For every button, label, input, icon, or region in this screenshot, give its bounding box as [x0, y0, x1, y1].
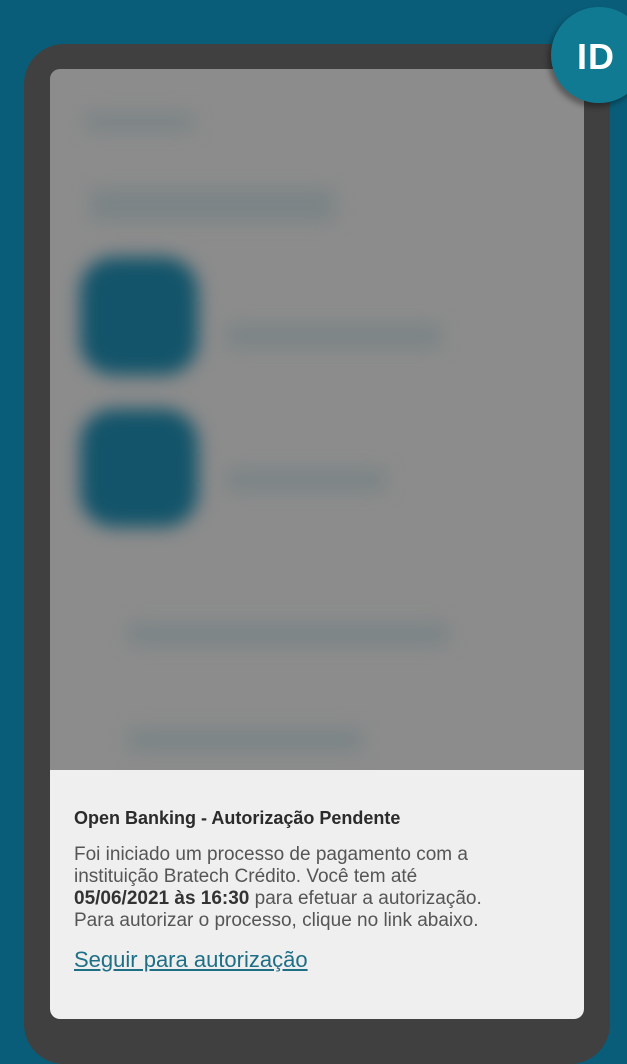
notification-message-line: instituição Bratech Crédito. Você tem at… — [74, 866, 418, 887]
phone-screen: Open Banking - Autorização Pendente Foi … — [50, 69, 584, 1019]
authorize-link[interactable]: Seguir para autorização — [74, 947, 308, 973]
notification-title: Open Banking - Autorização Pendente — [74, 808, 401, 828]
notification-deadline: 05/06/2021 às 16:30 — [74, 888, 250, 909]
id-badge-label: ID — [577, 36, 615, 77]
notification-message-line: Foi iniciado um processo de pagamento co… — [74, 844, 468, 865]
notification-sheet: Open Banking - Autorização Pendente Foi … — [50, 770, 584, 1019]
blurred-option-text-1 — [226, 324, 441, 348]
blurred-title-text — [90, 189, 335, 221]
blurred-option-icon-2 — [80, 409, 198, 527]
blurred-list-item-2 — [128, 729, 363, 751]
notification-message: Foi iniciado um processo de pagamento co… — [74, 844, 564, 932]
blurred-header-text — [84, 113, 194, 131]
notification-message-line: 05/06/2021 às 16:30 para efetuar a autor… — [74, 888, 564, 910]
notification-message-text: para efetuar a autorização. — [249, 888, 482, 909]
blurred-option-text-2 — [226, 469, 386, 491]
notification-message-line: Para autorizar o processo, clique no lin… — [74, 910, 479, 931]
blurred-list-item-1 — [128, 623, 448, 645]
blurred-option-icon-1 — [80, 257, 198, 375]
